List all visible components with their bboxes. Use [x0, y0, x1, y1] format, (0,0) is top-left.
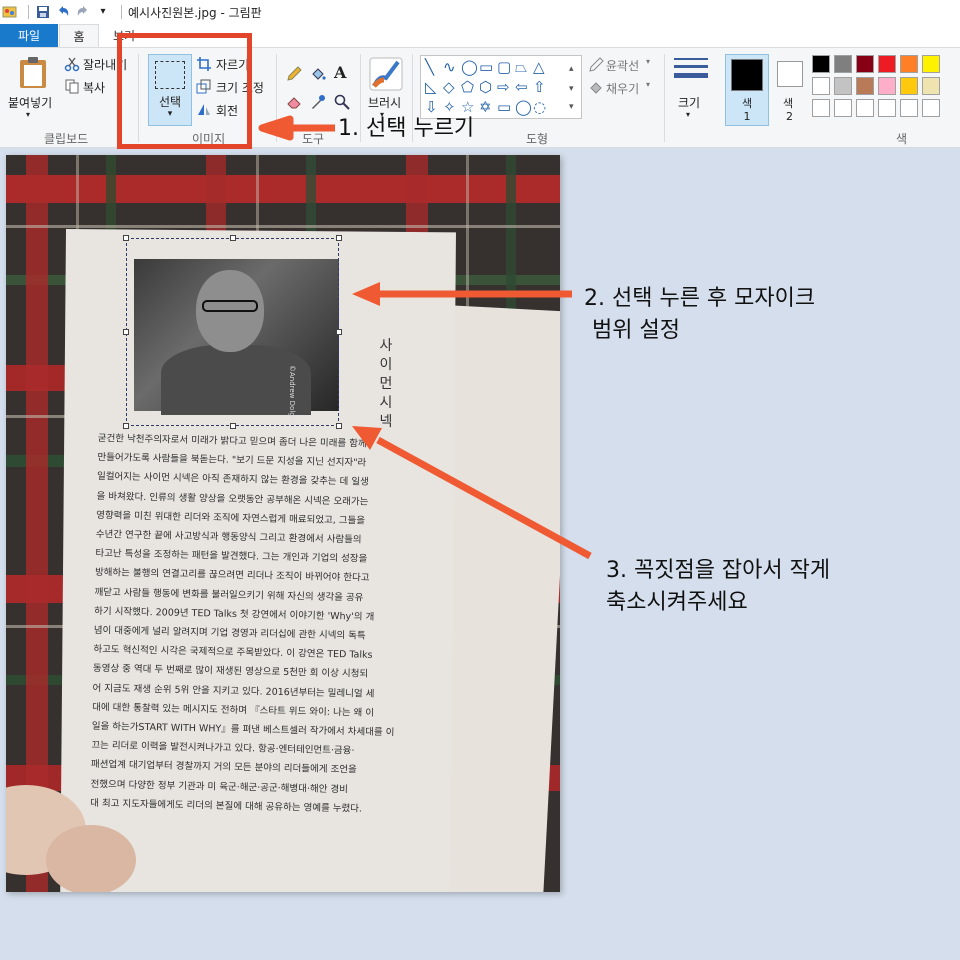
annotation-step-3-line-2: 축소시켜주세요: [606, 590, 748, 615]
annotation-step-3-line-1: 3. 꼭짓점을 잡아서 작게: [606, 558, 831, 583]
annotation-arrows: [258, 115, 592, 560]
annotation-step-2-line-1: 2. 선택 누른 후 모자이크: [584, 286, 816, 311]
arrow-step-3: [376, 436, 592, 560]
arrow-step-1: [258, 115, 335, 141]
arrow-step-3-head: [352, 426, 382, 450]
annotation-step-1: 1. 선택 누르기: [338, 116, 475, 141]
arrow-step-2-head: [352, 282, 380, 306]
annotation-step-2-line-2: 범위 설정: [592, 318, 680, 343]
